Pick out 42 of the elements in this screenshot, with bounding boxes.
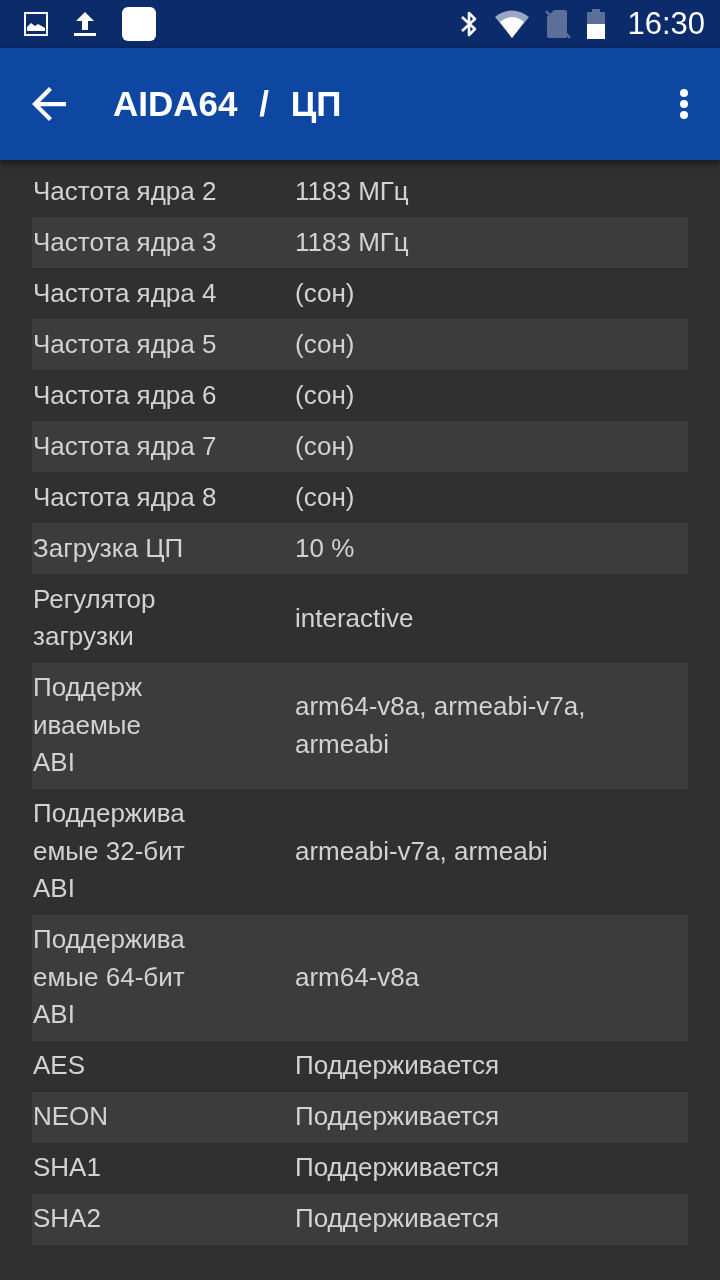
property-value: interactive xyxy=(294,601,415,635)
property-label: Частота ядра 2 xyxy=(32,174,218,208)
property-value: 10 % xyxy=(294,531,356,565)
property-value: Поддерживается xyxy=(294,1100,501,1134)
upload-icon xyxy=(73,11,97,37)
property-label: Частота ядра 3 xyxy=(32,225,218,259)
property-value: Поддерживается xyxy=(294,1202,501,1236)
property-value: (сон) xyxy=(294,429,356,463)
property-value: (сон) xyxy=(294,327,356,361)
property-value: (сон) xyxy=(294,378,356,412)
property-value: (сон) xyxy=(294,480,356,514)
property-value: arm64-v8a, armeabi-v7a, armeabi xyxy=(294,690,587,761)
wifi-icon xyxy=(495,10,530,38)
property-value: (сон) xyxy=(294,276,356,310)
property-value: Поддерживается xyxy=(294,1151,501,1185)
no-sim-icon xyxy=(545,9,572,39)
property-label: Частота ядра 5 xyxy=(32,327,218,361)
property-value: 1183 МГц xyxy=(294,174,410,208)
property-label: Регулятор загрузки xyxy=(32,582,157,654)
property-label: Поддерж иваемые ABI xyxy=(32,671,144,780)
property-label: NEON xyxy=(32,1100,110,1134)
property-label: AES xyxy=(32,1049,87,1083)
property-label: Частота ядра 8 xyxy=(32,480,218,514)
property-value: armeabi-v7a, armeabi xyxy=(294,834,549,868)
rounded-square-icon xyxy=(122,7,156,41)
property-label: Загрузка ЦП xyxy=(32,531,185,565)
back-arrow-icon xyxy=(32,87,66,121)
property-label: SHA1 xyxy=(32,1151,102,1185)
property-label: SHA2 xyxy=(32,1202,102,1236)
property-label: Поддержива емые 64-бит ABI xyxy=(32,923,186,1032)
status-time: 16:30 xyxy=(627,6,705,42)
property-value: 1183 МГц xyxy=(294,225,410,259)
screen-title: AIDA64 / ЦП xyxy=(113,84,343,124)
property-label: Поддержива емые 32-бит ABI xyxy=(32,797,186,906)
property-value: Поддерживается xyxy=(294,1049,501,1083)
more-options-icon xyxy=(680,89,688,119)
property-label: Частота ядра 6 xyxy=(32,378,218,412)
property-label: Частота ядра 4 xyxy=(32,276,218,310)
image-icon xyxy=(24,12,48,36)
property-label: Частота ядра 7 xyxy=(32,429,218,463)
battery-icon xyxy=(587,9,606,39)
property-value: arm64-v8a xyxy=(294,960,421,994)
